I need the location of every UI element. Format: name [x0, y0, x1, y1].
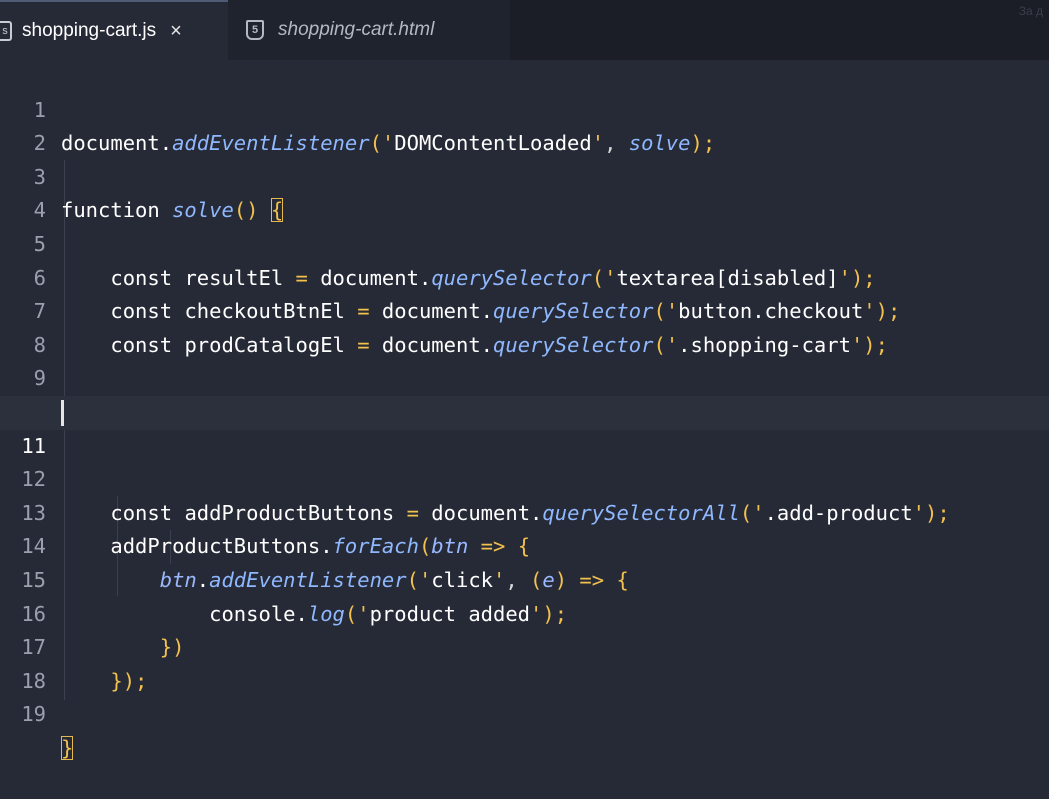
code-line: 12 — [0, 430, 1049, 491]
tab-bar: s shopping-cart.js × 5 shopping-cart.htm… — [0, 0, 1049, 60]
code-line: 14 btn.addEventListener('click', (e) => … — [0, 497, 1049, 592]
code-line: 6 const checkoutBtnEl = document.querySe… — [0, 228, 1049, 324]
code-line: 19 } — [0, 665, 1049, 760]
code-editor[interactable]: 1 document.addEventListener('DOMContentL… — [0, 60, 1049, 760]
bracket-match-highlight: } — [61, 735, 74, 760]
close-icon[interactable]: × — [170, 20, 182, 43]
code-line: 16 }) — [0, 564, 1049, 660]
code-line: 2 — [0, 94, 1049, 155]
text-cursor — [61, 400, 64, 426]
code-line: 3 function solve() { — [0, 127, 1049, 223]
code-line: 4 — [0, 161, 1049, 222]
code-line: 13 addProductButtons.forEach(btn => { — [0, 463, 1049, 559]
tab-shopping-cart-html[interactable]: 5 shopping-cart.html — [228, 0, 510, 60]
code-line: 1 document.addEventListener('DOMContentL… — [0, 60, 1049, 156]
code-line: 15 console.log('product added'); — [0, 530, 1049, 626]
tab-label: shopping-cart.html — [278, 19, 435, 40]
html5-file-icon: 5 — [246, 20, 264, 40]
code-line: 10 — [0, 362, 1049, 424]
corner-overlay-text: За д — [1018, 4, 1043, 18]
code-line: 17 }); — [0, 598, 1049, 693]
code-text: } — [61, 732, 74, 766]
code-line: 5 const resultEl = document.querySelecto… — [0, 194, 1049, 290]
line-number: 19 — [21, 702, 46, 727]
tab-shopping-cart-js[interactable]: s shopping-cart.js × — [0, 0, 228, 60]
tab-label: shopping-cart.js — [22, 20, 157, 41]
code-line: 7 const prodCatalogEl = document.querySe… — [0, 262, 1049, 357]
code-line: 9 const products = {}; — [0, 329, 1049, 424]
code-line: 8 — [0, 295, 1049, 357]
js-file-icon: s — [0, 21, 12, 41]
code-line-current: 11 const addProductButtons = document.qu… — [0, 396, 1049, 525]
code-line: 18 — [0, 631, 1049, 693]
